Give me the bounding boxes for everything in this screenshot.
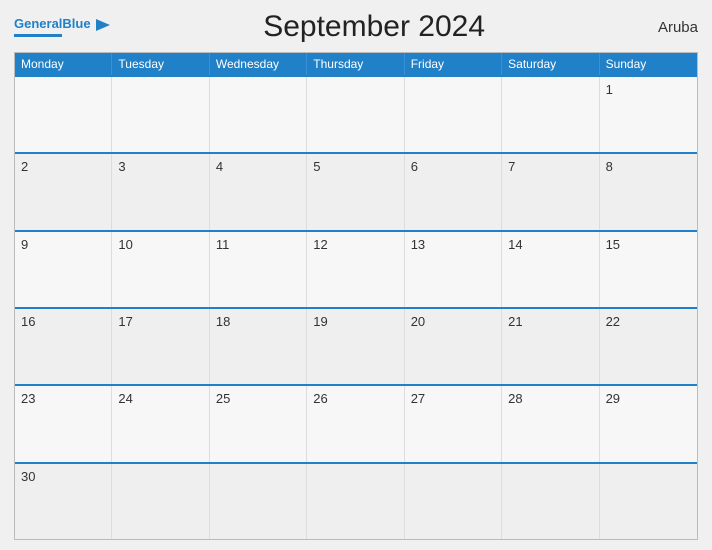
cal-cell-w3-sun: 15 <box>600 232 697 307</box>
cal-cell-w5-tue: 24 <box>112 386 209 461</box>
cal-cell-w3-mon: 9 <box>15 232 112 307</box>
cal-cell-w5-wed: 25 <box>210 386 307 461</box>
logo-bar <box>14 34 62 37</box>
cal-cell-w1-sun: 1 <box>600 77 697 152</box>
cal-cell-w3-fri: 13 <box>405 232 502 307</box>
cal-cell-w6-fri <box>405 464 502 539</box>
cal-cell-w6-wed <box>210 464 307 539</box>
cal-cell-w4-sat: 21 <box>502 309 599 384</box>
cal-cell-w2-sun: 8 <box>600 154 697 229</box>
header-thursday: Thursday <box>307 53 404 75</box>
calendar-week-3: 9 10 11 12 13 14 15 <box>15 230 697 307</box>
cal-cell-w3-tue: 10 <box>112 232 209 307</box>
cal-cell-w3-wed: 11 <box>210 232 307 307</box>
cal-cell-w1-tue <box>112 77 209 152</box>
cal-cell-w2-wed: 4 <box>210 154 307 229</box>
logo-text: GeneralBlue <box>14 17 110 31</box>
logo-general: General <box>14 16 62 31</box>
cal-cell-w2-tue: 3 <box>112 154 209 229</box>
cal-cell-w3-sat: 14 <box>502 232 599 307</box>
logo-flag-icon <box>96 19 110 31</box>
cal-cell-w1-mon <box>15 77 112 152</box>
calendar-body: 1 2 3 4 5 6 7 8 9 10 11 12 13 14 15 <box>15 75 697 539</box>
calendar-week-2: 2 3 4 5 6 7 8 <box>15 152 697 229</box>
cal-cell-w5-fri: 27 <box>405 386 502 461</box>
header-wednesday: Wednesday <box>210 53 307 75</box>
cal-cell-w6-sun <box>600 464 697 539</box>
cal-cell-w4-fri: 20 <box>405 309 502 384</box>
cal-cell-w5-thu: 26 <box>307 386 404 461</box>
cal-cell-w4-sun: 22 <box>600 309 697 384</box>
calendar-grid: Monday Tuesday Wednesday Thursday Friday… <box>14 52 698 540</box>
cal-cell-w5-mon: 23 <box>15 386 112 461</box>
calendar-week-5: 23 24 25 26 27 28 29 <box>15 384 697 461</box>
cal-cell-w5-sat: 28 <box>502 386 599 461</box>
cal-cell-w4-mon: 16 <box>15 309 112 384</box>
cal-cell-w6-sat <box>502 464 599 539</box>
logo-blue: Blue <box>62 16 90 31</box>
cal-cell-w6-mon: 30 <box>15 464 112 539</box>
cal-cell-w1-fri <box>405 77 502 152</box>
cal-cell-w1-wed <box>210 77 307 152</box>
calendar-week-1: 1 <box>15 75 697 152</box>
cal-cell-w2-sat: 7 <box>502 154 599 229</box>
cal-cell-w2-fri: 6 <box>405 154 502 229</box>
header-sunday: Sunday <box>600 53 697 75</box>
cal-cell-w4-wed: 18 <box>210 309 307 384</box>
cal-cell-w1-thu <box>307 77 404 152</box>
cal-cell-w4-tue: 17 <box>112 309 209 384</box>
cal-cell-w2-thu: 5 <box>307 154 404 229</box>
country-label: Aruba <box>638 19 698 36</box>
calendar-week-4: 16 17 18 19 20 21 22 <box>15 307 697 384</box>
cal-cell-w4-thu: 19 <box>307 309 404 384</box>
calendar-page: GeneralBlue September 2024 Aruba Monday … <box>0 0 712 550</box>
cal-cell-w1-sat <box>502 77 599 152</box>
header-tuesday: Tuesday <box>112 53 209 75</box>
calendar-header: Monday Tuesday Wednesday Thursday Friday… <box>15 53 697 75</box>
calendar-week-6: 30 <box>15 462 697 539</box>
logo: GeneralBlue <box>14 17 110 36</box>
header-friday: Friday <box>405 53 502 75</box>
header-saturday: Saturday <box>502 53 599 75</box>
cal-cell-w6-thu <box>307 464 404 539</box>
page-title: September 2024 <box>110 10 638 44</box>
cal-cell-w5-sun: 29 <box>600 386 697 461</box>
cal-cell-w2-mon: 2 <box>15 154 112 229</box>
cal-cell-w3-thu: 12 <box>307 232 404 307</box>
cal-cell-w6-tue <box>112 464 209 539</box>
header-monday: Monday <box>15 53 112 75</box>
page-header: GeneralBlue September 2024 Aruba <box>14 10 698 44</box>
